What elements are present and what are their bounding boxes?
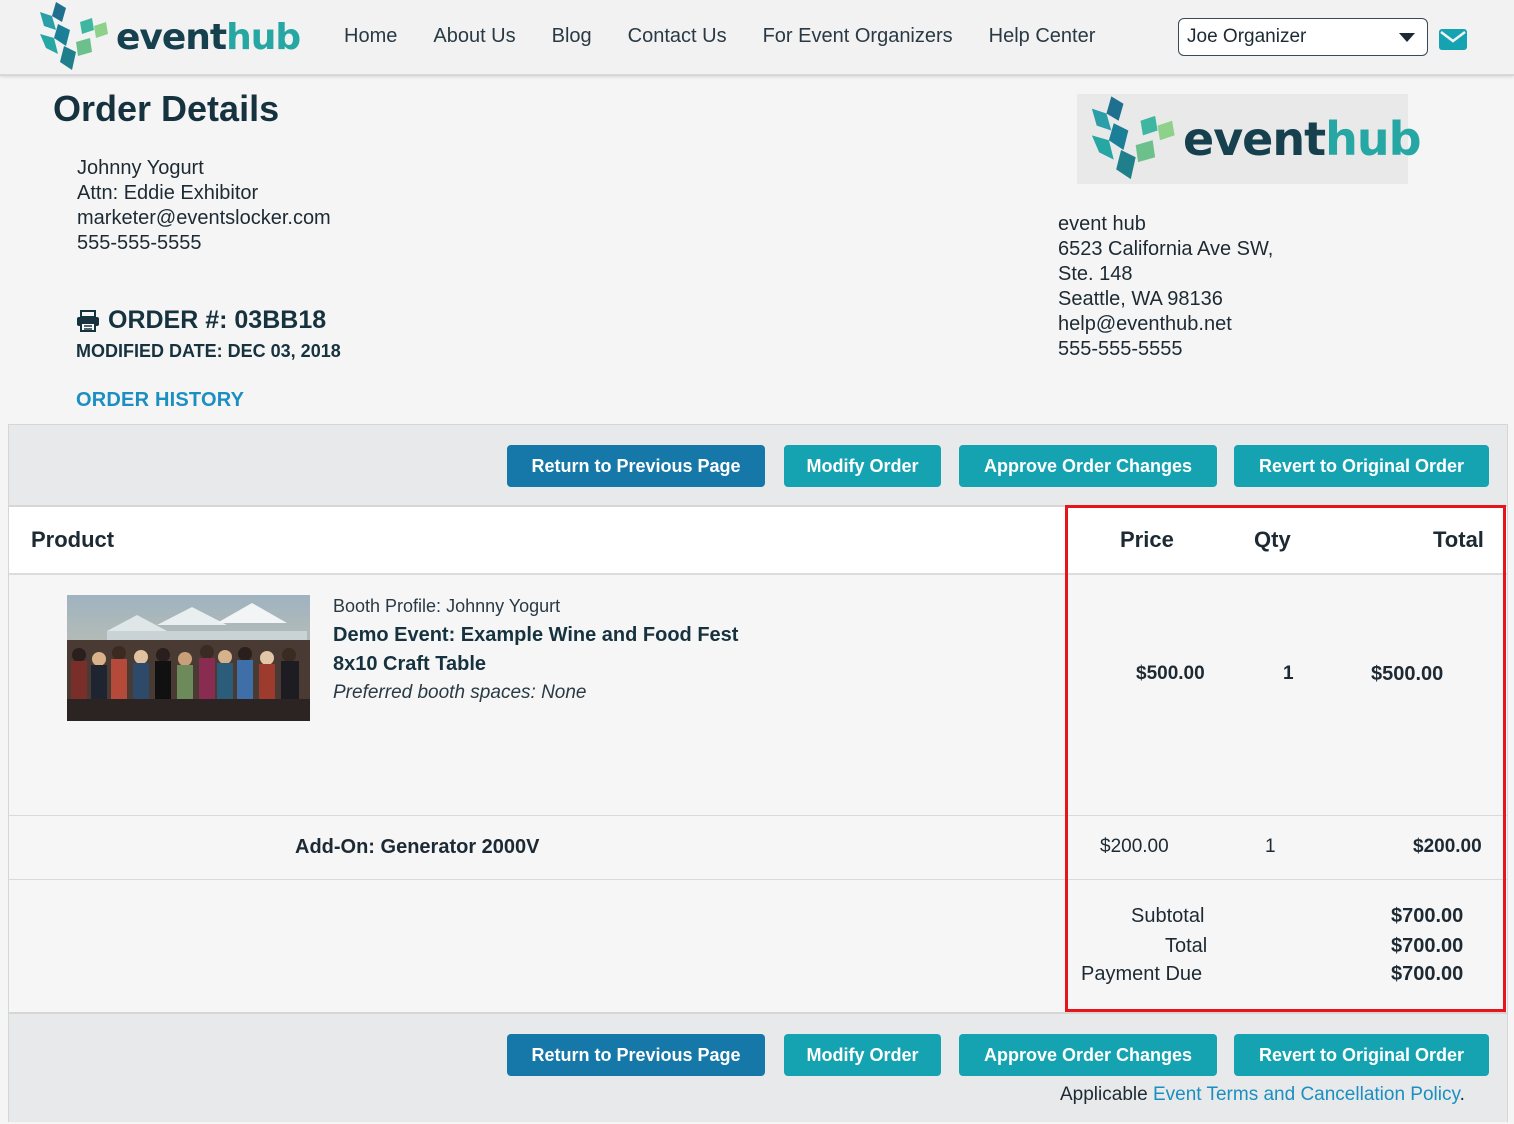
order-number: ORDER #: 03BB18: [76, 306, 326, 335]
qty-column-header: Qty: [1254, 527, 1291, 552]
nav-home[interactable]: Home: [326, 22, 415, 52]
price-column-header: Price: [1120, 527, 1174, 552]
return-to-previous-page-button[interactable]: Return to Previous Page: [507, 445, 765, 487]
total-column-header: Total: [1433, 527, 1484, 552]
nav-about-us[interactable]: About Us: [415, 22, 533, 52]
return-to-previous-page-button[interactable]: Return to Previous Page: [507, 1034, 765, 1076]
top-navbar: eventhub Home About Us Blog Contact Us F…: [0, 0, 1514, 76]
main-item-price: $500.00: [1136, 663, 1205, 684]
eventhub-logo-mark-icon: [40, 2, 108, 70]
nav-blog[interactable]: Blog: [534, 22, 610, 52]
company-logo: eventhub: [1077, 94, 1422, 184]
customer-name: Johnny Yogurt: [77, 157, 204, 179]
order-table-header: Product Price Qty Total: [9, 507, 1507, 575]
addon-price: $200.00: [1100, 836, 1169, 857]
addon-name: Add-On: Generator 2000V: [295, 836, 540, 858]
table-row: Add-On: Generator 2000V $200.00 1 $200.0…: [9, 816, 1507, 880]
main-item-total: $500.00: [1371, 663, 1444, 685]
customer-attn: Attn: Eddie Exhibitor: [77, 182, 259, 204]
payment-due-value: $700.00: [1391, 963, 1464, 985]
customer-info: Johnny Yogurt Attn: Eddie Exhibitor mark…: [77, 156, 331, 256]
subtotal-label: Subtotal: [1131, 905, 1205, 927]
subtotal-value: $700.00: [1391, 905, 1464, 927]
terms-prefix: Applicable: [1060, 1084, 1153, 1105]
booth-preferences: Preferred booth spaces: None: [333, 682, 587, 703]
product-photo: [67, 595, 310, 721]
company-email: help@eventhub.net: [1058, 313, 1232, 335]
user-select-dropdown[interactable]: Joe Organizer: [1178, 18, 1428, 56]
addon-qty: 1: [1265, 836, 1276, 857]
chevron-down-icon: [1399, 33, 1415, 42]
revert-to-original-order-button[interactable]: Revert to Original Order: [1234, 1034, 1489, 1076]
modify-order-button[interactable]: Modify Order: [784, 445, 941, 487]
brand-word-part2: hub: [226, 16, 301, 58]
order-history-link[interactable]: ORDER HISTORY: [76, 389, 244, 412]
company-phone: 555-555-5555: [1058, 338, 1183, 360]
company-city: Seattle, WA 98136: [1058, 288, 1223, 310]
product-name: 8x10 Craft Table: [333, 653, 487, 675]
event-crowd-image: [67, 595, 310, 721]
customer-phone: 555-555-5555: [77, 232, 202, 254]
total-value: $700.00: [1391, 935, 1464, 957]
order-number-text: ORDER #: 03BB18: [108, 306, 327, 334]
eventhub-logo[interactable]: eventhub: [36, 0, 301, 74]
top-action-bar: Return to Previous Page Modify Order App…: [9, 425, 1507, 507]
modified-date: MODIFIED DATE: DEC 03, 2018: [76, 341, 341, 361]
brand-wordmark: eventhub: [116, 16, 301, 58]
company-address-line2: Ste. 148: [1058, 263, 1133, 285]
terms-suffix: .: [1459, 1084, 1465, 1105]
main-navigation: Home About Us Blog Contact Us For Event …: [326, 22, 1113, 52]
product-column-header: Product: [31, 527, 115, 552]
company-logo-brand: eventhub: [1087, 94, 1422, 184]
envelope-icon[interactable]: [1439, 29, 1467, 50]
nav-for-event-organizers[interactable]: For Event Organizers: [745, 22, 971, 52]
company-logo-word-part1: event: [1183, 112, 1326, 166]
modify-order-button[interactable]: Modify Order: [784, 1034, 941, 1076]
addon-total: $200.00: [1413, 836, 1482, 857]
company-address-line1: 6523 California Ave SW,: [1058, 238, 1274, 260]
main-item-qty: 1: [1283, 663, 1294, 684]
order-totals: Subtotal $700.00 Total $700.00 Payment D…: [9, 880, 1507, 1010]
brand-word-part1: event: [116, 16, 227, 58]
table-row: Booth Profile: Johnny Yogurt Demo Event:…: [9, 575, 1507, 816]
print-icon[interactable]: [76, 309, 100, 332]
company-info: event hub 6523 California Ave SW, Ste. 1…: [1058, 212, 1273, 362]
eventhub-logo-mark-icon: [1091, 96, 1175, 180]
company-name: event hub: [1058, 213, 1146, 235]
payment-due-label: Payment Due: [1081, 963, 1203, 985]
approve-order-changes-button[interactable]: Approve Order Changes: [959, 445, 1217, 487]
company-logo-wordmark: eventhub: [1183, 112, 1422, 166]
page-title: Order Details: [53, 88, 280, 129]
nav-help-center[interactable]: Help Center: [971, 22, 1114, 52]
customer-email: marketer@eventslocker.com: [77, 207, 331, 229]
approve-order-changes-button[interactable]: Approve Order Changes: [959, 1034, 1217, 1076]
product-details: Booth Profile: Johnny Yogurt Demo Event:…: [333, 595, 738, 707]
order-panel: Return to Previous Page Modify Order App…: [8, 424, 1508, 1122]
booth-profile: Booth Profile: Johnny Yogurt: [333, 596, 561, 616]
nav-contact-us[interactable]: Contact Us: [610, 22, 745, 52]
event-name: Demo Event: Example Wine and Food Fest: [333, 624, 739, 646]
terms-and-cancellation-link[interactable]: Event Terms and Cancellation Policy: [1153, 1084, 1460, 1105]
terms-notice: Applicable Event Terms and Cancellation …: [1060, 1084, 1465, 1106]
company-logo-word-part2: hub: [1325, 112, 1421, 166]
total-label: Total: [1165, 935, 1208, 957]
user-select-value: Joe Organizer: [1187, 26, 1307, 47]
revert-to-original-order-button[interactable]: Revert to Original Order: [1234, 445, 1489, 487]
